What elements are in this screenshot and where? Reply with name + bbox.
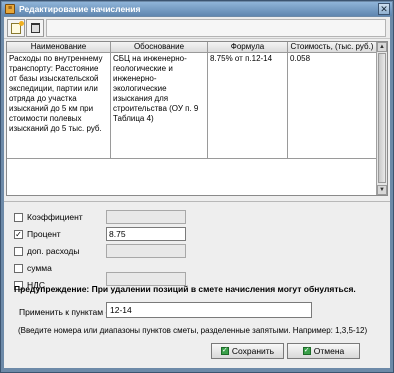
cancel-button[interactable]: ✓ Отмена	[287, 343, 360, 359]
scroll-up-icon[interactable]: ▲	[377, 42, 387, 52]
column-header-formula[interactable]: Формула	[208, 42, 288, 53]
percent-label: Процент	[27, 229, 61, 239]
extra-costs-input[interactable]	[106, 244, 186, 258]
percent-checkbox[interactable]: ✓	[14, 229, 23, 239]
cancel-icon: ✓	[302, 347, 311, 355]
save-label: Сохранить	[231, 346, 275, 356]
charges-table: Наименование Обоснование Формула Стоимос…	[6, 41, 388, 196]
extra-costs-label: доп. расходы	[27, 246, 80, 256]
sum-label: сумма	[27, 263, 52, 273]
cancel-label: Отмена	[313, 346, 345, 356]
option-extra-costs[interactable]: доп. расходы	[14, 245, 79, 257]
column-header-name[interactable]: Наименование	[7, 42, 111, 53]
cell-cost: 0.058	[288, 53, 377, 159]
option-coefficient[interactable]: Коэффициент	[14, 211, 83, 223]
toolbar	[4, 17, 390, 39]
coefficient-input[interactable]	[106, 210, 186, 224]
check-icon: ✓	[220, 347, 229, 355]
scroll-thumb[interactable]	[378, 53, 386, 183]
option-percent[interactable]: ✓ Процент	[14, 228, 61, 240]
dialog-window: ≡ Редактирование начисления ✕ Наименован…	[0, 0, 394, 373]
option-sum[interactable]: сумма	[14, 262, 52, 274]
hint-text: (Введите номера или диапазоны пунктов см…	[18, 326, 368, 335]
coefficient-checkbox[interactable]	[14, 212, 23, 222]
apply-items-input[interactable]: 12-14	[106, 302, 312, 318]
table-scrollbar[interactable]: ▲ ▼	[376, 42, 387, 195]
coefficient-label: Коэффициент	[27, 212, 83, 222]
percent-input[interactable]: 8.75	[106, 227, 186, 241]
cell-formula: 8.75% от п.12-14	[208, 53, 288, 159]
extra-costs-checkbox[interactable]	[14, 246, 23, 256]
delete-button[interactable]	[26, 19, 44, 37]
table-header: Наименование Обоснование Формула Стоимос…	[7, 42, 377, 53]
dialog-content: Наименование Обоснование Формула Стоимос…	[4, 17, 390, 368]
window-title: Редактирование начисления	[19, 4, 141, 14]
sum-checkbox[interactable]	[14, 263, 23, 273]
scroll-down-icon[interactable]: ▼	[377, 185, 387, 195]
column-header-cost[interactable]: Стоимость, (тыс. руб.)	[288, 42, 377, 53]
trash-icon	[30, 23, 40, 33]
save-button[interactable]: ✓ Сохранить	[211, 343, 284, 359]
cell-basis: СБЦ на инженерно-геологические и инженер…	[111, 53, 208, 159]
cell-name: Расходы по внутреннему транспорту: Расст…	[7, 53, 111, 159]
title-bar[interactable]: ≡ Редактирование начисления ✕	[2, 2, 392, 16]
column-header-basis[interactable]: Обоснование	[111, 42, 208, 53]
warning-text: Предупреждение: При удалении позиций в с…	[14, 284, 356, 294]
add-icon	[11, 20, 24, 34]
app-icon: ≡	[5, 4, 15, 14]
toolbar-field	[46, 19, 386, 37]
close-button[interactable]: ✕	[378, 3, 390, 15]
add-button[interactable]	[7, 19, 25, 37]
table-row[interactable]: Расходы по внутреннему транспорту: Расст…	[7, 53, 377, 159]
divider	[4, 201, 390, 202]
